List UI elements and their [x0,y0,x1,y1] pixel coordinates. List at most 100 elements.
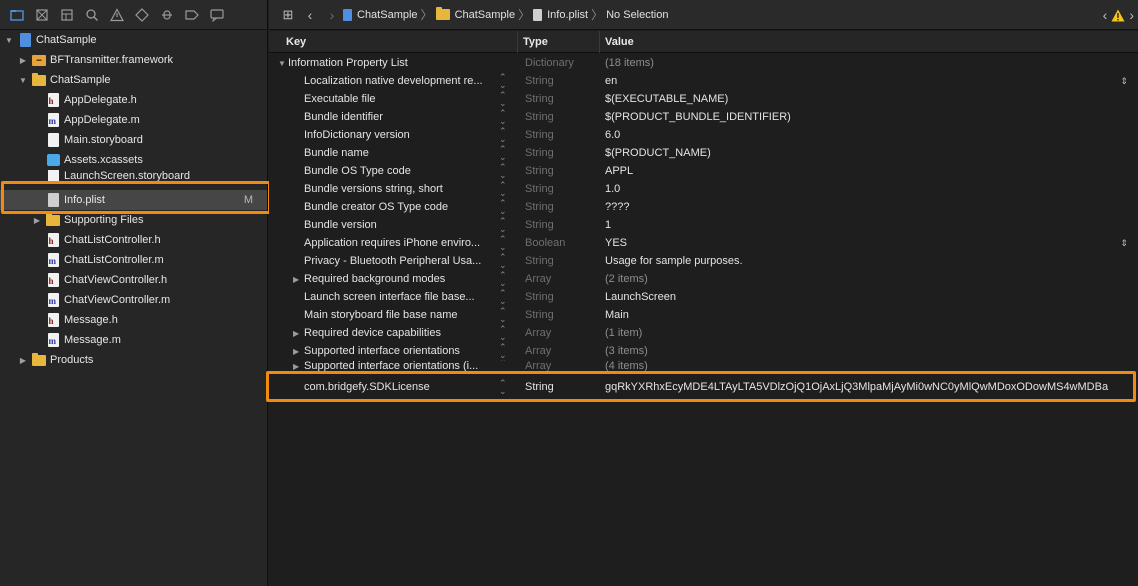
tree-item-message-h[interactable]: h Message.h [0,310,267,330]
plist-row[interactable]: Privacy - Bluetooth Peripheral Usa... ⌃ ⌄… [269,252,1138,270]
tree-item-assets[interactable]: Assets.xcassets [0,150,267,170]
plist-type[interactable]: String [525,381,554,393]
plist-row[interactable]: Application requires iPhone enviro... ⌃ ⌄… [269,234,1138,252]
plist-row[interactable]: Localization native development re... ⌃ ⌄… [269,72,1138,90]
plist-row-sdk-license[interactable]: com.bridgefy.SDKLicense ⌃ ⌄ String gqRkYX… [269,378,1138,396]
plist-value[interactable]: Main [605,309,1125,321]
plist-row[interactable]: Bundle OS Type code ⌃ ⌄ String APPL [269,162,1138,180]
plist-row[interactable]: Bundle identifier ⌃ ⌄ String $(PRODUCT_BU… [269,108,1138,126]
plist-value[interactable]: ???? [605,201,1125,213]
warning-icon[interactable] [104,0,129,30]
plist-row[interactable]: ▶ Supported interface orientations (i...… [269,360,1138,372]
key-stepper-icon[interactable]: ⌃ ⌄ [499,379,507,396]
breadcrumb-project[interactable]: ChatSample [343,8,418,21]
plist-value[interactable]: APPL [605,165,1125,177]
plist-row[interactable]: Launch screen interface file base... ⌃ ⌄ … [269,288,1138,306]
breadcrumb-file[interactable]: Info.plist [533,8,588,21]
tree-item-chatlistcontroller-m[interactable]: m ChatListController.m [0,250,267,270]
tree-item-appdelegate-m[interactable]: m AppDelegate.m [0,110,267,130]
tree-item-launchscreen-storyboard[interactable]: LaunchScreen.storyboard [0,170,267,182]
tree-item-chatsample-group[interactable]: ▼ ChatSample [0,70,267,90]
disclosure-closed-icon[interactable]: ▶ [18,356,28,365]
plist-value[interactable]: gqRkYXRhxEcyMDE4LTAyLTA5VDlzOjQ1OjAxLjQ3… [605,381,1135,393]
disclosure-closed-icon[interactable]: ▶ [293,347,299,356]
search-icon[interactable] [79,0,104,30]
plist-value[interactable]: $(EXECUTABLE_NAME) [605,93,1125,105]
key-stepper-icon[interactable]: ⌃ ⌄ [499,127,507,144]
plist-row-root[interactable]: ▼ Information Property List Dictionary (… [269,54,1138,72]
disclosure-closed-icon[interactable]: ▶ [293,362,299,371]
plist-value[interactable]: 6.0 [605,129,1125,141]
disclosure-closed-icon[interactable]: ▶ [32,216,42,225]
tree-item-supporting-files[interactable]: ▶ Supporting Files [0,210,267,230]
tree-item-message-m[interactable]: m Message.m [0,330,267,350]
plist-value[interactable]: 1 [605,219,1125,231]
plist-row[interactable]: Main storyboard file base name ⌃ ⌄ String… [269,306,1138,324]
tree-item-products[interactable]: ▶ Products [0,350,267,370]
previous-issue-icon[interactable]: ‹ [1103,7,1108,23]
plist-row[interactable]: ▶ Supported interface orientations ⌃ ⌄ Ar… [269,342,1138,360]
key-stepper-icon[interactable]: ⌃ ⌄ [499,145,507,162]
key-stepper-icon[interactable]: ⌃ ⌄ [499,325,507,342]
key-stepper-icon[interactable]: ⌃ ⌄ [499,109,507,126]
key-stepper-icon[interactable]: ⌃ ⌄ [499,163,507,180]
hierarchy-icon[interactable] [54,0,79,30]
disclosure-closed-icon[interactable]: ▶ [293,275,299,284]
breakpoint-icon[interactable] [179,0,204,30]
test-icon[interactable] [129,0,154,30]
disclosure-closed-icon[interactable]: ▶ [18,56,28,65]
back-button[interactable]: ‹ [299,0,321,30]
warning-icon[interactable] [1111,9,1125,22]
key-stepper-icon[interactable]: ⌃ ⌄ [499,253,507,270]
key-stepper-icon[interactable]: ⌃ ⌄ [499,199,507,216]
plist-value[interactable]: YES [605,237,1125,249]
forward-button[interactable]: › [321,0,343,30]
key-stepper-icon[interactable]: ⌃ ⌄ [499,271,507,288]
next-issue-icon[interactable]: › [1129,7,1134,23]
value-popup-icon[interactable]: ⇕ [1120,76,1128,87]
key-stepper-icon[interactable]: ⌃ ⌄ [499,307,507,324]
related-items-icon[interactable]: ⊞ [277,0,299,30]
breadcrumb-group[interactable]: ChatSample [435,7,515,21]
column-value[interactable]: Value [599,31,1138,53]
plist-value[interactable]: LaunchScreen [605,291,1125,303]
key-stepper-icon[interactable]: ⌃ ⌄ [499,181,507,198]
report-icon[interactable] [204,0,229,30]
plist-row[interactable]: Bundle creator OS Type code ⌃ ⌄ String ??… [269,198,1138,216]
plist-row[interactable]: ▶ Required device capabilities ⌃ ⌄ Array … [269,324,1138,342]
plist-row[interactable]: Bundle version ⌃ ⌄ String 1 [269,216,1138,234]
key-stepper-icon[interactable]: ⌃ ⌄ [499,343,507,360]
plist-row[interactable]: InfoDictionary version ⌃ ⌄ String 6.0 [269,126,1138,144]
plist-row[interactable]: Bundle name ⌃ ⌄ String $(PRODUCT_NAME) [269,144,1138,162]
breadcrumb-selection[interactable]: No Selection [606,9,668,21]
tree-item-chatviewcontroller-h[interactable]: h ChatViewController.h [0,270,267,290]
tree-item-bftransmitter-framework[interactable]: ▶ ▬ BFTransmitter.framework [0,50,267,70]
plist-key[interactable]: com.bridgefy.SDKLicense [304,381,514,393]
plist-value[interactable]: Usage for sample purposes. [605,255,1125,267]
tree-item-chatlistcontroller-h[interactable]: h ChatListController.h [0,230,267,250]
disclosure-open-icon[interactable]: ▼ [278,59,286,68]
tree-item-chatviewcontroller-m[interactable]: m ChatViewController.m [0,290,267,310]
key-stepper-icon[interactable]: ⌃ ⌄ [499,360,507,372]
disclosure-open-icon[interactable]: ▼ [18,76,28,85]
tree-item-appdelegate-h[interactable]: h AppDelegate.h [0,90,267,110]
folder-icon[interactable] [4,0,29,30]
key-stepper-icon[interactable]: ⌃ ⌄ [499,91,507,108]
tree-item-chatsample-project[interactable]: ▼ ChatSample [0,30,267,50]
tree-item-main-storyboard[interactable]: Main.storyboard [0,130,267,150]
plist-row[interactable]: Bundle versions string, short ⌃ ⌄ String … [269,180,1138,198]
disclosure-closed-icon[interactable]: ▶ [293,329,299,338]
key-stepper-icon[interactable]: ⌃ ⌄ [499,289,507,306]
source-control-icon[interactable] [29,0,54,30]
column-key[interactable]: Key [269,31,517,53]
plist-row[interactable]: Executable file ⌃ ⌄ String $(EXECUTABLE_N… [269,90,1138,108]
plist-value[interactable]: en [605,75,1125,87]
plist-value[interactable]: $(PRODUCT_BUNDLE_IDENTIFIER) [605,111,1125,123]
key-stepper-icon[interactable]: ⌃ ⌄ [499,73,507,90]
key-stepper-icon[interactable]: ⌃ ⌄ [499,217,507,234]
plist-value[interactable]: $(PRODUCT_NAME) [605,147,1125,159]
plist-value[interactable]: 1.0 [605,183,1125,195]
key-stepper-icon[interactable]: ⌃ ⌄ [499,235,507,252]
disclosure-open-icon[interactable]: ▼ [4,36,14,45]
column-type[interactable]: Type [517,31,599,53]
